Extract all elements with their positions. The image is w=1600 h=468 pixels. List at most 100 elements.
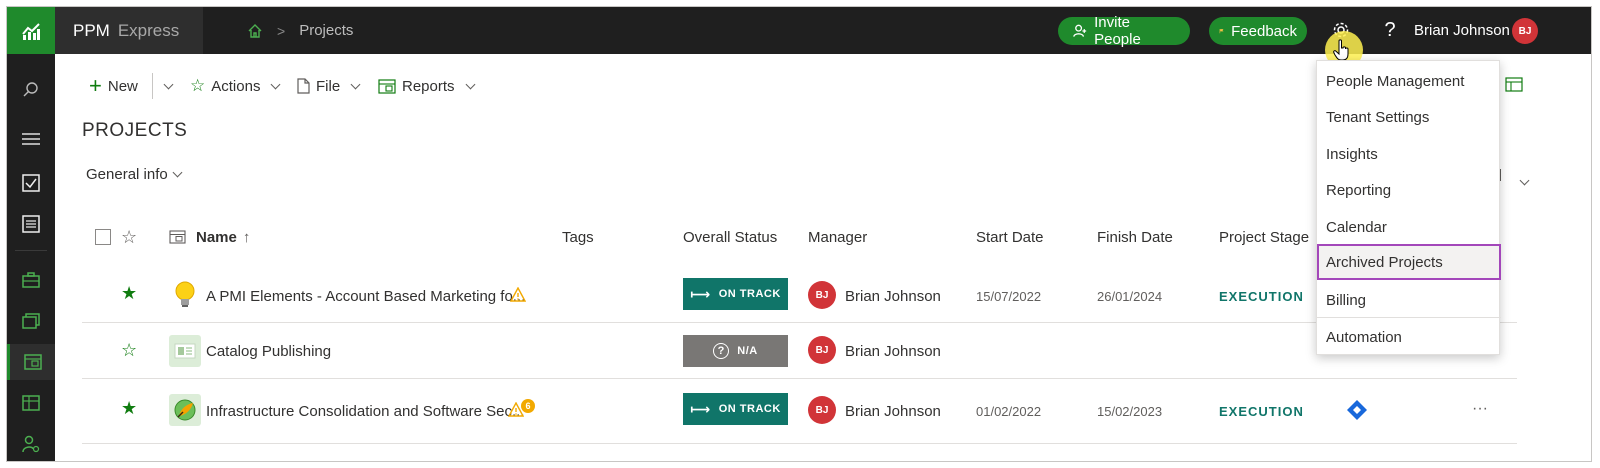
favorite-star-icon[interactable]: ★ [121,398,137,419]
invite-people-button[interactable]: Invite People [1058,14,1190,48]
add-person-icon [1073,24,1087,37]
new-button[interactable]: + New [89,73,138,99]
file-label: File [316,77,341,95]
status-label: ON TRACK [718,288,781,300]
feedback-label: Feedback [1231,22,1297,40]
star-outline-icon: ☆ [190,76,206,95]
actions-button[interactable]: ☆ Actions [190,73,281,99]
table-grid-icon [22,395,40,411]
app-window: PPM Express > Projects Invite People Fee… [6,6,1592,462]
select-all-checkbox[interactable] [95,229,111,245]
row-divider [82,443,1517,444]
invite-people-label: Invite People [1094,14,1141,48]
view-selector-label: General info [86,166,168,183]
status-label: N/A [737,345,758,357]
nav-projects[interactable] [7,344,55,380]
menu-item-billing[interactable]: Billing [1317,282,1501,318]
feedback-button[interactable]: Feedback [1209,17,1307,45]
favorite-star-icon[interactable]: ☆ [121,340,137,361]
menu-item-archived-projects[interactable]: Archived Projects [1317,244,1501,280]
search-icon [23,82,38,97]
overall-status-column-header[interactable]: Overall Status [683,227,777,247]
manager-avatar[interactable]: BJ [808,281,836,309]
nav-portfolios[interactable] [7,262,55,298]
home-icon[interactable] [247,23,263,39]
nav-programs[interactable] [7,303,55,339]
plus-icon: + [89,73,102,98]
reports-button[interactable]: Reports [378,73,475,99]
project-stage-column-header[interactable]: Project Stage [1219,227,1309,247]
help-icon[interactable]: ? [1378,18,1402,42]
avatar[interactable]: BJ [1512,18,1538,44]
project-name[interactable]: A PMI Elements - Account Based Marketing… [206,288,525,305]
file-icon [297,78,310,94]
app-logo[interactable] [7,7,55,54]
menu-item-people-management[interactable]: People Management [1317,63,1501,99]
finish-date-column-header[interactable]: Finish Date [1097,227,1173,247]
nav-people[interactable] [7,426,55,461]
brand-ppm: PPM [73,20,110,40]
menu-divider [1317,317,1501,318]
manager-name[interactable]: Brian Johnson [845,288,941,305]
project-name[interactable]: Catalog Publishing [206,343,331,360]
manager-column-header[interactable]: Manager [808,227,867,247]
lightbulb-icon [175,281,195,307]
finish-date: 15/02/2023 [1097,404,1163,419]
page-title: PROJECTS [82,120,188,141]
name-column-header[interactable]: Name ↑ [169,227,250,247]
new-dropdown-button[interactable] [159,73,174,99]
nav-menu[interactable] [7,121,55,157]
person-settings-icon [22,435,40,453]
breadcrumb: > Projects [247,7,353,54]
column-options-dropdown[interactable] [1515,171,1530,189]
menu-item-automation[interactable]: Automation [1317,319,1501,355]
catalog-icon [169,335,201,367]
nav-tasks[interactable] [7,165,55,201]
nav-search[interactable] [7,72,55,108]
manager-avatar[interactable]: BJ [808,336,836,364]
manager-name[interactable]: Brian Johnson [845,343,941,360]
warning-icon[interactable] [510,287,526,302]
view-layout-icon[interactable] [1505,77,1523,92]
manager-avatar[interactable]: BJ [808,396,836,424]
command-divider [152,73,153,99]
settings-menu: People Management Tenant Settings Insigh… [1316,60,1501,355]
start-date-column-header[interactable]: Start Date [976,227,1044,247]
breadcrumb-current[interactable]: Projects [299,22,353,39]
menu-item-insights[interactable]: Insights [1317,136,1501,172]
project-name[interactable]: Infrastructure Consolidation and Softwar… [206,403,525,420]
left-nav [7,54,55,461]
nav-resources[interactable] [7,206,55,242]
start-date: 01/02/2022 [976,404,1042,419]
status-badge: ? N/A [683,335,788,367]
new-label: New [107,77,138,95]
row-divider [82,378,1517,379]
favorite-column-header[interactable]: ☆ [121,227,137,247]
report-icon [378,78,396,94]
chart-logo-icon [22,22,40,40]
nav-divider [15,250,47,251]
project-stage: EXECUTION [1219,404,1304,419]
sort-ascending-icon: ↑ [242,228,251,246]
jira-diamond-icon[interactable] [1346,399,1368,421]
nav-resource-plan[interactable] [7,385,55,421]
question-circle-icon: ? [713,343,730,359]
manager-name[interactable]: Brian Johnson [845,403,941,420]
file-button[interactable]: File [297,73,361,99]
project-grid-icon [23,354,42,370]
arrow-right-icon: ⟼ [690,400,711,417]
favorite-star-icon[interactable]: ★ [121,283,137,304]
more-options-icon[interactable]: ··· [1472,400,1488,418]
flag-icon [1219,29,1224,34]
menu-item-reporting[interactable]: Reporting [1317,172,1501,208]
user-name[interactable]: Brian Johnson [1414,7,1510,54]
chevron-down-icon [163,79,174,89]
hand-cursor-icon [1333,39,1349,61]
brand-name[interactable]: PPM Express [55,7,203,54]
menu-item-calendar[interactable]: Calendar [1317,209,1501,245]
menu-item-tenant-settings[interactable]: Tenant Settings [1317,99,1501,135]
status-label: ON TRACK [718,403,781,415]
tags-column-header[interactable]: Tags [562,227,594,247]
view-selector[interactable]: General info [86,166,183,183]
status-badge: ⟼ ON TRACK [683,393,788,425]
